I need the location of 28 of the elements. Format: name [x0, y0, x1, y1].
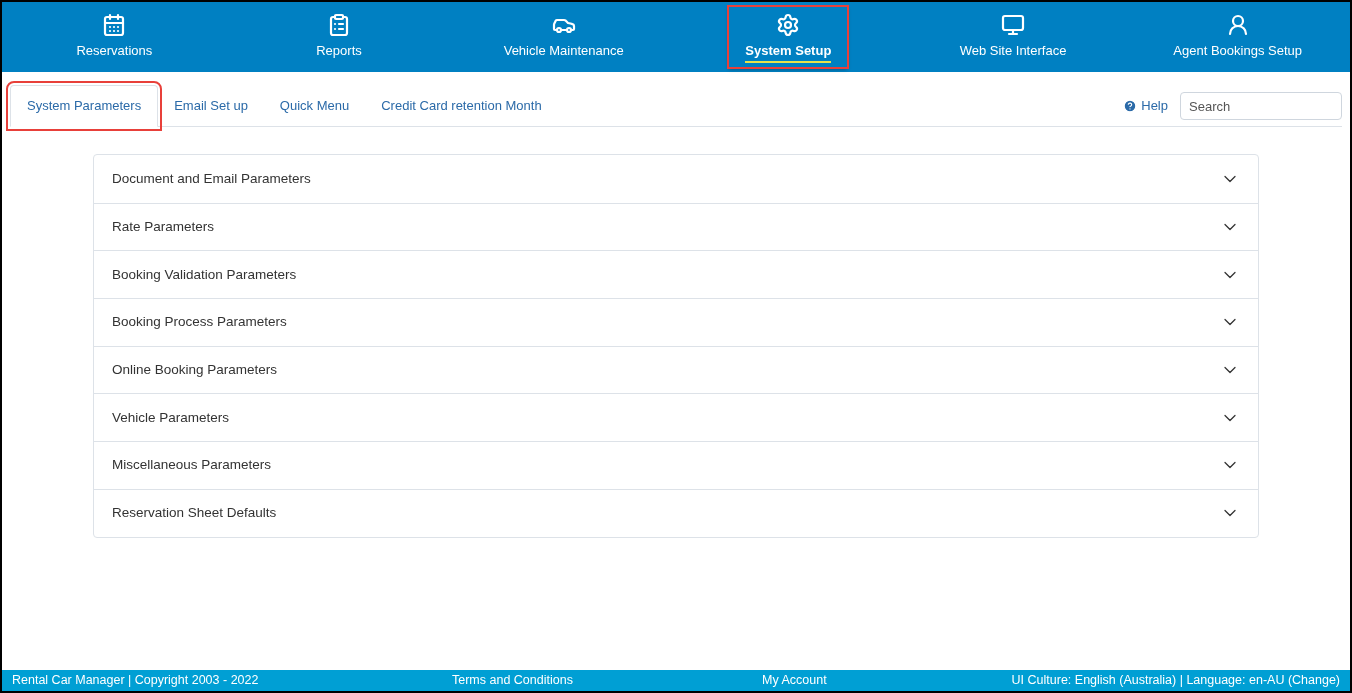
culture-text: UI Culture: English (Australia) | Language: en-AU (Change) — [1011, 672, 1340, 690]
checklist-icon — [327, 13, 351, 38]
accordion-header[interactable]: Miscellaneous Parameters — [94, 441, 1258, 489]
tab[interactable]: Quick Menu — [263, 85, 366, 127]
nav-tab[interactable]: System Setup — [729, 7, 848, 67]
copyright-text: Rental Car Manager | Copyright 2003 - 2022 — [12, 672, 260, 690]
tab[interactable]: Credit Card retention Month — [365, 85, 558, 127]
monitor-icon — [1001, 13, 1025, 38]
terms-link[interactable]: Terms and Conditions — [452, 671, 762, 690]
account-link[interactable]: My Account — [762, 671, 827, 690]
tab[interactable]: Email Set up — [158, 85, 264, 127]
help-link[interactable]: Help — [1123, 96, 1168, 116]
nav-tab[interactable]: Web Site Interface — [943, 7, 1083, 67]
nav-tab[interactable]: Vehicle Maintenance — [487, 7, 640, 67]
accordion-header[interactable]: Booking Process Parameters — [94, 298, 1258, 346]
accordion-header[interactable]: Booking Validation Parameters — [94, 250, 1258, 299]
nav-tab[interactable]: Agent Bookings Setup — [1157, 7, 1318, 67]
accordion-header[interactable]: Rate Parameters — [94, 202, 1258, 251]
settings-icon — [776, 13, 801, 38]
nav-tab[interactable]: Reports — [300, 7, 378, 67]
accordion-header[interactable]: Vehicle Parameters — [94, 393, 1258, 442]
accordion-header[interactable]: Reservation Sheet Defaults — [94, 488, 1258, 537]
help-icon — [1123, 99, 1138, 113]
accordion-header[interactable]: Online Booking Parameters — [94, 345, 1258, 394]
calendar-icon — [102, 13, 127, 38]
search-field[interactable]: Search — [1180, 92, 1342, 120]
accordion-header[interactable]: Document and Email Parameters — [94, 155, 1258, 203]
nav-tab[interactable]: Reservations — [60, 7, 169, 67]
